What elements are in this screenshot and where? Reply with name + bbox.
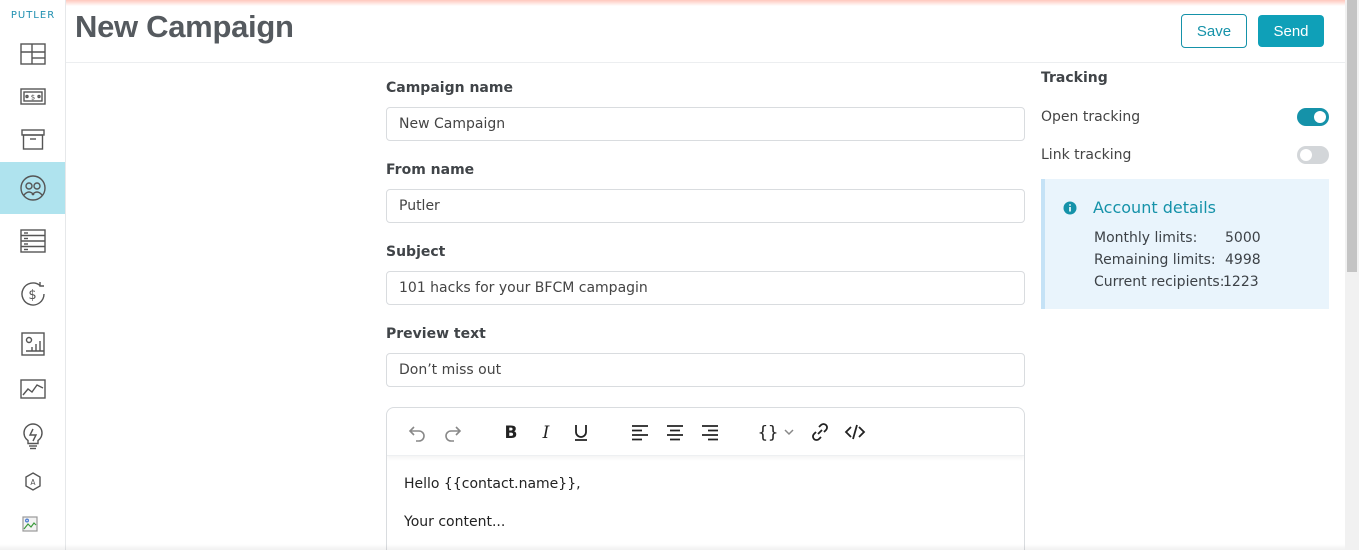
redo-button[interactable] [441, 420, 465, 444]
page-header: New Campaign Save Send [66, 0, 1345, 63]
monthly-limits-value: 5000 [1225, 230, 1261, 246]
svg-text:$: $ [30, 94, 34, 102]
underline-button[interactable] [569, 420, 593, 444]
sidebar-item-products[interactable] [0, 113, 65, 165]
align-right-icon [702, 425, 718, 441]
tracking-heading: Tracking [1041, 70, 1108, 86]
svg-text:{}: {} [758, 423, 778, 443]
toggle-knob [1314, 111, 1326, 123]
send-button[interactable]: Send [1258, 15, 1324, 47]
italic-icon: I [542, 423, 550, 443]
underline-icon [575, 425, 587, 441]
editor-toolbar: B I {} [387, 408, 1024, 456]
info-icon [1063, 201, 1077, 215]
bottom-shadow [0, 544, 1345, 550]
email-editor: B I {} Hello {{contact.name}}, Your cont… [386, 407, 1025, 550]
ideas-icon [22, 423, 43, 450]
campaign-name-label: Campaign name [386, 80, 513, 96]
undo-button[interactable] [405, 420, 429, 444]
svg-text:I: I [542, 423, 550, 443]
page-title: New Campaign [75, 9, 294, 44]
bold-icon: B [505, 423, 518, 443]
page-scrollbar[interactable] [1345, 0, 1359, 550]
save-button[interactable]: Save [1181, 14, 1247, 48]
customers-icon [19, 175, 46, 201]
undo-icon [408, 426, 425, 442]
subject-label: Subject [386, 244, 446, 260]
current-recipients-value: 1223 [1223, 274, 1259, 290]
editor-greeting-line[interactable]: Hello {{contact.name}}, [404, 476, 581, 492]
curly-braces-icon: {} [758, 423, 794, 443]
sidebar-item-insights[interactable] [0, 363, 65, 415]
svg-text:B: B [505, 423, 518, 443]
reports-icon [20, 332, 45, 356]
subject-input[interactable] [386, 271, 1025, 305]
sidebar-item-profile[interactable] [0, 500, 65, 550]
from-name-input[interactable] [386, 189, 1025, 223]
editor-content-line[interactable]: Your content... [404, 514, 505, 530]
code-icon [844, 424, 866, 440]
monthly-limits-label: Monthly limits: [1094, 230, 1198, 246]
campaign-name-input[interactable] [386, 107, 1025, 141]
merge-tags-dropdown[interactable]: {} [757, 420, 797, 444]
source-code-button[interactable] [843, 420, 867, 444]
from-name-label: From name [386, 162, 475, 178]
toggle-knob [1300, 149, 1312, 161]
remaining-limits-value: 4998 [1225, 252, 1261, 268]
link-button[interactable] [808, 420, 832, 444]
sidebar-item-ideas[interactable] [0, 410, 65, 462]
align-center-icon [667, 425, 683, 441]
align-center-button[interactable] [663, 420, 687, 444]
redo-icon [445, 426, 462, 442]
link-tracking-label: Link tracking [1041, 147, 1132, 163]
align-right-button[interactable] [698, 420, 722, 444]
open-tracking-label: Open tracking [1041, 109, 1141, 125]
dashboard-icon [19, 43, 46, 65]
open-tracking-toggle[interactable] [1297, 108, 1329, 126]
preview-text-label: Preview text [386, 326, 486, 342]
sidebar: PUTLER $ $ A [0, 0, 66, 550]
avatar-image-icon [21, 516, 38, 532]
current-recipients-label: Current recipients: [1094, 274, 1225, 290]
transactions-icon [19, 229, 46, 253]
preview-text-input[interactable] [386, 353, 1025, 387]
apps-icon: A [24, 472, 41, 491]
account-details-title: Account details [1093, 198, 1216, 217]
sidebar-item-customers[interactable] [0, 162, 65, 214]
link-tracking-toggle[interactable] [1297, 146, 1329, 164]
account-details-panel: Account details Monthly limits: 5000 Rem… [1041, 179, 1329, 309]
link-icon [812, 423, 828, 441]
svg-text:$: $ [28, 288, 36, 303]
brand-logo[interactable]: PUTLER [0, 10, 66, 21]
align-left-button[interactable] [628, 420, 652, 444]
insights-icon [19, 379, 46, 399]
sidebar-item-subscriptions[interactable]: $ [0, 268, 65, 320]
svg-text:A: A [30, 478, 36, 487]
bold-button[interactable]: B [499, 420, 523, 444]
sidebar-item-transactions[interactable] [0, 215, 65, 267]
products-icon [20, 129, 45, 150]
subscriptions-icon: $ [20, 282, 45, 306]
italic-button[interactable]: I [534, 420, 558, 444]
remaining-limits-label: Remaining limits: [1094, 252, 1216, 268]
sales-icon: $ [19, 88, 46, 105]
scrollbar-thumb[interactable] [1347, 0, 1357, 272]
align-left-icon [632, 425, 648, 441]
